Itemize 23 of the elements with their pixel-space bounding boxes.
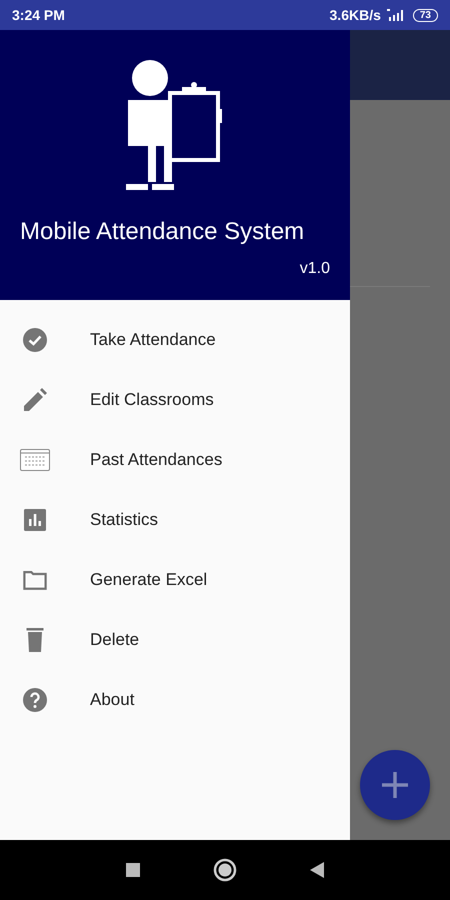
status-time: 3:24 PM [12,7,65,23]
plus-icon [379,769,411,801]
network-speed: 3.6KB/s [330,7,381,23]
menu-item[interactable]: Statistics [0,490,350,550]
calendar-icon [20,448,50,472]
add-button[interactable] [360,750,430,820]
app-version: v1.0 [300,260,330,278]
check-circle-icon [23,328,47,352]
battery-level: 73 [412,8,438,22]
menu-item[interactable]: About [0,670,350,730]
help-icon [23,688,47,712]
menu-item[interactable]: Take Attendance [0,310,350,370]
menu-item[interactable]: Generate Excel [0,550,350,610]
recents-icon[interactable] [125,862,141,878]
menu-item[interactable]: Edit Classrooms [0,370,350,430]
menu-item[interactable]: Past Attendances [0,430,350,490]
home-icon[interactable] [213,858,237,882]
edit-icon [23,388,47,412]
menu-item[interactable]: Delete [0,610,350,670]
app-title: Mobile Attendance System [20,218,306,246]
bar-chart-icon [23,508,47,532]
folder-icon [23,568,47,592]
back-icon[interactable] [309,861,325,879]
